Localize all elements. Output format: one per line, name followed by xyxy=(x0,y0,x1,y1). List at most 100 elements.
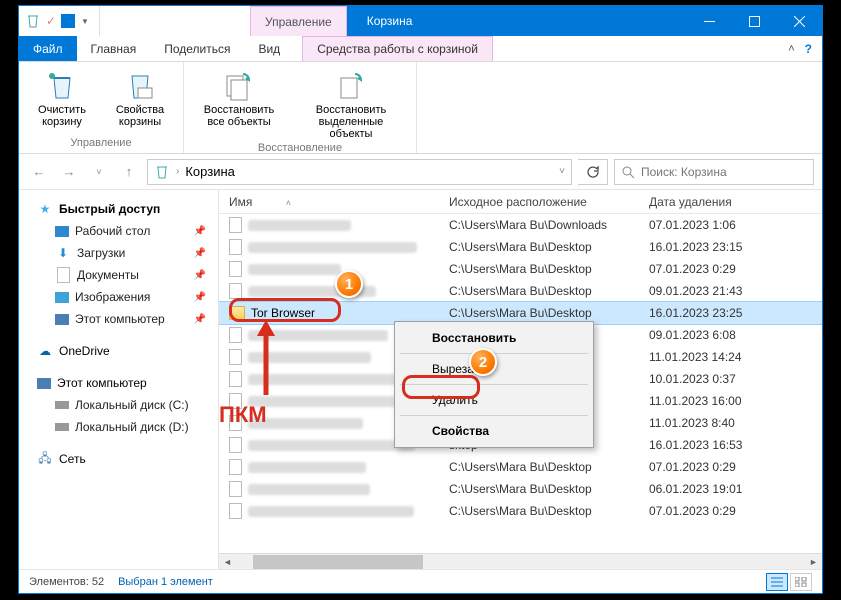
icons-view-button[interactable] xyxy=(790,573,812,591)
bin-props-button[interactable]: Свойства корзины xyxy=(107,66,173,135)
scroll-thumb[interactable] xyxy=(253,555,423,570)
file-icon xyxy=(229,503,242,519)
refresh-button[interactable] xyxy=(578,159,608,185)
redacted-name xyxy=(248,418,363,429)
restore-all-button[interactable]: Восстановить все объекты xyxy=(194,66,284,140)
recycle-tools-tab[interactable]: Средства работы с корзиной xyxy=(302,36,493,61)
minimize-button[interactable] xyxy=(687,6,732,36)
file-tab[interactable]: Файл xyxy=(19,36,77,61)
pc-icon xyxy=(37,378,51,389)
breadcrumb-dropdown-icon[interactable]: ˅ xyxy=(559,166,565,177)
title-tabs: Управление Корзина xyxy=(100,6,687,36)
nav-forward-button[interactable]: → xyxy=(57,160,81,184)
empty-bin-icon xyxy=(46,70,78,102)
redacted-name xyxy=(248,352,371,363)
table-row[interactable]: C:\Users\Mara Bu\Desktop16.01.2023 23:15 xyxy=(219,236,822,258)
empty-bin-button[interactable]: Очистить корзину xyxy=(29,66,95,135)
table-row[interactable]: C:\Users\Mara Bu\Desktop06.01.2023 19:01 xyxy=(219,478,822,500)
file-date: 06.01.2023 19:01 xyxy=(649,482,822,496)
sidebar: ★ Быстрый доступ Рабочий стол📌 ⬇ Загрузк… xyxy=(19,190,219,570)
sidebar-network[interactable]: 🖧 Сеть xyxy=(19,448,218,470)
ribbon-help: ˄ ? xyxy=(788,36,822,61)
qat-pin-icon[interactable]: ✓ xyxy=(43,13,59,29)
ctx-cut[interactable]: Вырезать xyxy=(398,356,590,382)
nav-history-button[interactable]: ˅ xyxy=(87,160,111,184)
sidebar-this-pc-q[interactable]: Этот компьютер📌 xyxy=(19,308,218,330)
breadcrumb-location[interactable]: Корзина xyxy=(185,164,235,179)
pin-icon: 📌 xyxy=(194,226,206,237)
qat-dropdown-icon[interactable]: ▼ xyxy=(77,13,93,29)
redacted-name xyxy=(248,484,370,495)
file-location: C:\Users\Mara Bu\Desktop xyxy=(449,504,649,518)
redacted-name xyxy=(248,220,351,231)
window-controls xyxy=(687,6,822,36)
sidebar-documents[interactable]: Документы📌 xyxy=(19,264,218,286)
table-row[interactable]: C:\Users\Mara Bu\Desktop07.01.2023 0:29 xyxy=(219,500,822,522)
context-menu: Восстановить Вырезать Удалить Свойства xyxy=(394,321,594,448)
ctx-restore[interactable]: Восстановить xyxy=(398,325,590,351)
file-location: C:\Users\Mara Bu\Desktop xyxy=(449,240,649,254)
redacted-name xyxy=(248,286,376,297)
ribbon-collapse-icon[interactable]: ˄ xyxy=(788,43,794,55)
file-date: 09.01.2023 6:08 xyxy=(649,328,822,342)
pin-icon: 📌 xyxy=(194,292,206,303)
close-button[interactable] xyxy=(777,6,822,36)
file-icon xyxy=(229,415,242,431)
table-row[interactable]: C:\Users\Mara Bu\Desktop09.01.2023 21:43 xyxy=(219,280,822,302)
ribbon-help-icon[interactable]: ? xyxy=(805,42,812,56)
nav-up-button[interactable]: ↑ xyxy=(117,160,141,184)
details-view-button[interactable] xyxy=(766,573,788,591)
ctx-delete[interactable]: Удалить xyxy=(398,387,590,413)
window-title: Корзина xyxy=(347,6,687,36)
sidebar-quick-access[interactable]: ★ Быстрый доступ xyxy=(19,198,218,220)
sidebar-this-pc[interactable]: Этот компьютер xyxy=(19,372,218,394)
window-title-text: Корзина xyxy=(367,14,413,28)
table-row[interactable]: C:\Users\Mara Bu\Desktop07.01.2023 0:29 xyxy=(219,456,822,478)
scroll-right-icon[interactable]: ► xyxy=(805,554,822,571)
file-date: 07.01.2023 1:06 xyxy=(649,218,822,232)
search-input[interactable] xyxy=(641,165,807,179)
sidebar-desktop[interactable]: Рабочий стол📌 xyxy=(19,220,218,242)
sidebar-onedrive[interactable]: ☁ OneDrive xyxy=(19,340,218,362)
sidebar-downloads[interactable]: ⬇ Загрузки📌 xyxy=(19,242,218,264)
breadcrumb[interactable]: › Корзина ˅ xyxy=(147,159,572,185)
search-box[interactable] xyxy=(614,159,814,185)
pc-icon xyxy=(55,314,69,325)
maximize-button[interactable] xyxy=(732,6,777,36)
table-row[interactable]: C:\Users\Mara Bu\Downloads07.01.2023 1:0… xyxy=(219,214,822,236)
col-deleted[interactable]: Дата удаления xyxy=(649,195,822,209)
file-icon xyxy=(229,283,242,299)
ribbon: Очистить корзину Свойства корзины Управл… xyxy=(19,62,822,154)
col-name[interactable]: Имя ˄ xyxy=(229,195,449,209)
view-tab[interactable]: Вид xyxy=(244,36,294,61)
file-date: 07.01.2023 0:29 xyxy=(649,460,822,474)
file-date: 07.01.2023 0:29 xyxy=(649,262,822,276)
file-date: 07.01.2023 0:29 xyxy=(649,504,822,518)
horizontal-scrollbar[interactable]: ◄ ► xyxy=(219,553,822,570)
star-icon: ★ xyxy=(37,201,53,217)
manage-label: Управление xyxy=(265,15,332,29)
ctx-sep xyxy=(400,415,588,416)
sidebar-pictures[interactable]: Изображения📌 xyxy=(19,286,218,308)
sidebar-disk-c[interactable]: Локальный диск (C:) xyxy=(19,394,218,416)
search-icon xyxy=(621,165,635,179)
file-location: C:\Users\Mara Bu\Desktop xyxy=(449,482,649,496)
sidebar-disk-d[interactable]: Локальный диск (D:) xyxy=(19,416,218,438)
manage-context-tab[interactable]: Управление xyxy=(250,6,347,36)
network-icon: 🖧 xyxy=(37,451,53,467)
file-date: 09.01.2023 21:43 xyxy=(649,284,822,298)
restore-selected-button[interactable]: Восстановить выделенные объекты xyxy=(296,66,406,140)
share-tab[interactable]: Поделиться xyxy=(150,36,244,61)
file-location: C:\Users\Mara Bu\Downloads xyxy=(449,218,649,232)
table-row[interactable]: C:\Users\Mara Bu\Desktop07.01.2023 0:29 xyxy=(219,258,822,280)
ctx-props[interactable]: Свойства xyxy=(398,418,590,444)
file-location: C:\Users\Mara Bu\Desktop xyxy=(449,460,649,474)
scroll-left-icon[interactable]: ◄ xyxy=(219,554,236,571)
redacted-name xyxy=(248,462,366,473)
home-tab[interactable]: Главная xyxy=(77,36,151,61)
file-location: C:\Users\Mara Bu\Desktop xyxy=(449,262,649,276)
qat-new-icon[interactable] xyxy=(61,14,75,28)
pictures-icon xyxy=(55,292,69,303)
col-location[interactable]: Исходное расположение xyxy=(449,195,649,209)
nav-back-button[interactable]: ← xyxy=(27,160,51,184)
